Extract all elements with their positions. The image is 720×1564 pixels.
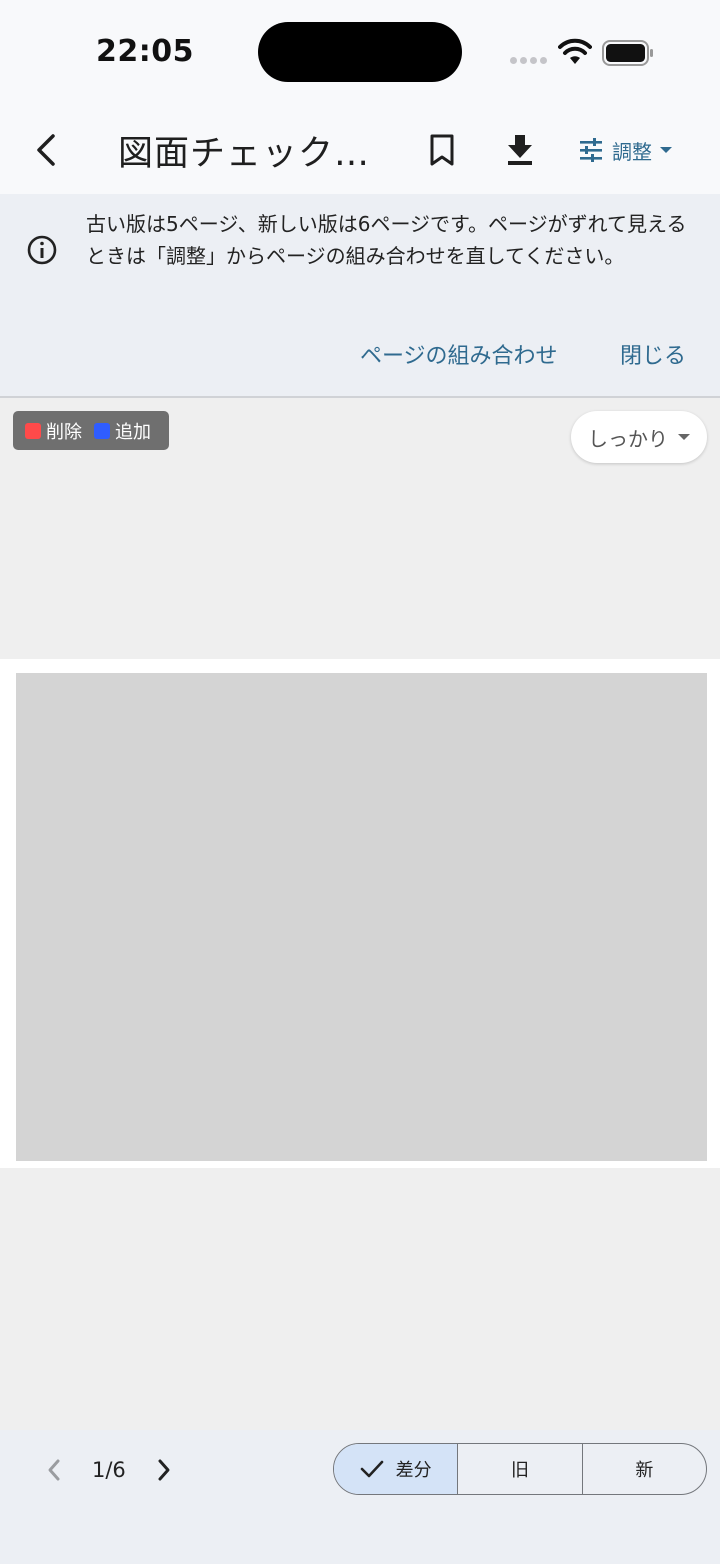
view-mode-new-label: 新 <box>635 1460 654 1481</box>
adjust-label: 調整 <box>612 139 652 164</box>
cellular-signal-icon <box>510 57 548 65</box>
view-mode-diff-label: 差分 <box>395 1460 432 1481</box>
bottom-toolbar: 1/6 差分 旧 新 <box>0 1430 720 1564</box>
view-mode-toggle: 差分 旧 新 <box>333 1443 707 1495</box>
legend-deleted-label: 削除 <box>46 421 82 443</box>
battery-icon <box>602 40 653 66</box>
download-icon <box>508 135 532 165</box>
chevron-left-icon <box>37 134 55 166</box>
wifi-icon <box>558 38 592 64</box>
banner-message: 古い版は5ページ、新しい版は6ページです。ページがずれて見えるときは「調整」から… <box>86 212 687 268</box>
bookmark-button[interactable] <box>424 128 460 172</box>
status-bar: 22:05 <box>0 0 720 108</box>
bookmark-icon <box>430 134 454 166</box>
caret-down-icon <box>678 434 690 440</box>
sensitivity-dropdown[interactable]: しっかり <box>571 411 707 463</box>
view-mode-old-label: 旧 <box>510 1460 529 1481</box>
drawing-canvas[interactable] <box>16 673 707 1161</box>
info-banner: 古い版は5ページ、新しい版は6ページです。ページがずれて見えるときは「調整」から… <box>0 194 720 398</box>
dynamic-island <box>258 22 462 82</box>
previous-page-button[interactable] <box>40 1454 68 1486</box>
caret-down-icon <box>660 147 672 153</box>
sensitivity-value: しっかり <box>588 426 668 451</box>
status-time: 22:05 <box>96 34 194 69</box>
back-button[interactable] <box>28 128 64 172</box>
info-icon <box>27 235 57 265</box>
deleted-swatch <box>25 422 41 439</box>
added-swatch <box>94 422 110 439</box>
page-mapping-button[interactable]: ページの組み合わせ <box>360 338 558 370</box>
view-mode-diff[interactable]: 差分 <box>334 1444 458 1494</box>
check-icon <box>360 1460 383 1478</box>
drawing-page <box>0 659 720 1168</box>
chevron-left-icon <box>48 1459 60 1481</box>
next-page-button[interactable] <box>150 1454 178 1486</box>
download-button[interactable] <box>502 128 538 172</box>
view-mode-old[interactable]: 旧 <box>457 1444 581 1494</box>
close-banner-button[interactable]: 閉じる <box>620 338 686 370</box>
adjust-button[interactable]: 調整 <box>578 128 672 172</box>
chevron-right-icon <box>158 1459 170 1481</box>
diff-legend: 削除 追加 <box>13 411 169 450</box>
view-mode-new[interactable]: 新 <box>581 1444 706 1494</box>
tune-icon <box>580 138 602 162</box>
page-title: 図面チェック… <box>118 134 371 174</box>
app-bar: 図面チェック… 調整 <box>0 108 720 194</box>
page-indicator: 1/6 <box>92 1458 126 1482</box>
legend-added-label: 追加 <box>115 421 151 443</box>
